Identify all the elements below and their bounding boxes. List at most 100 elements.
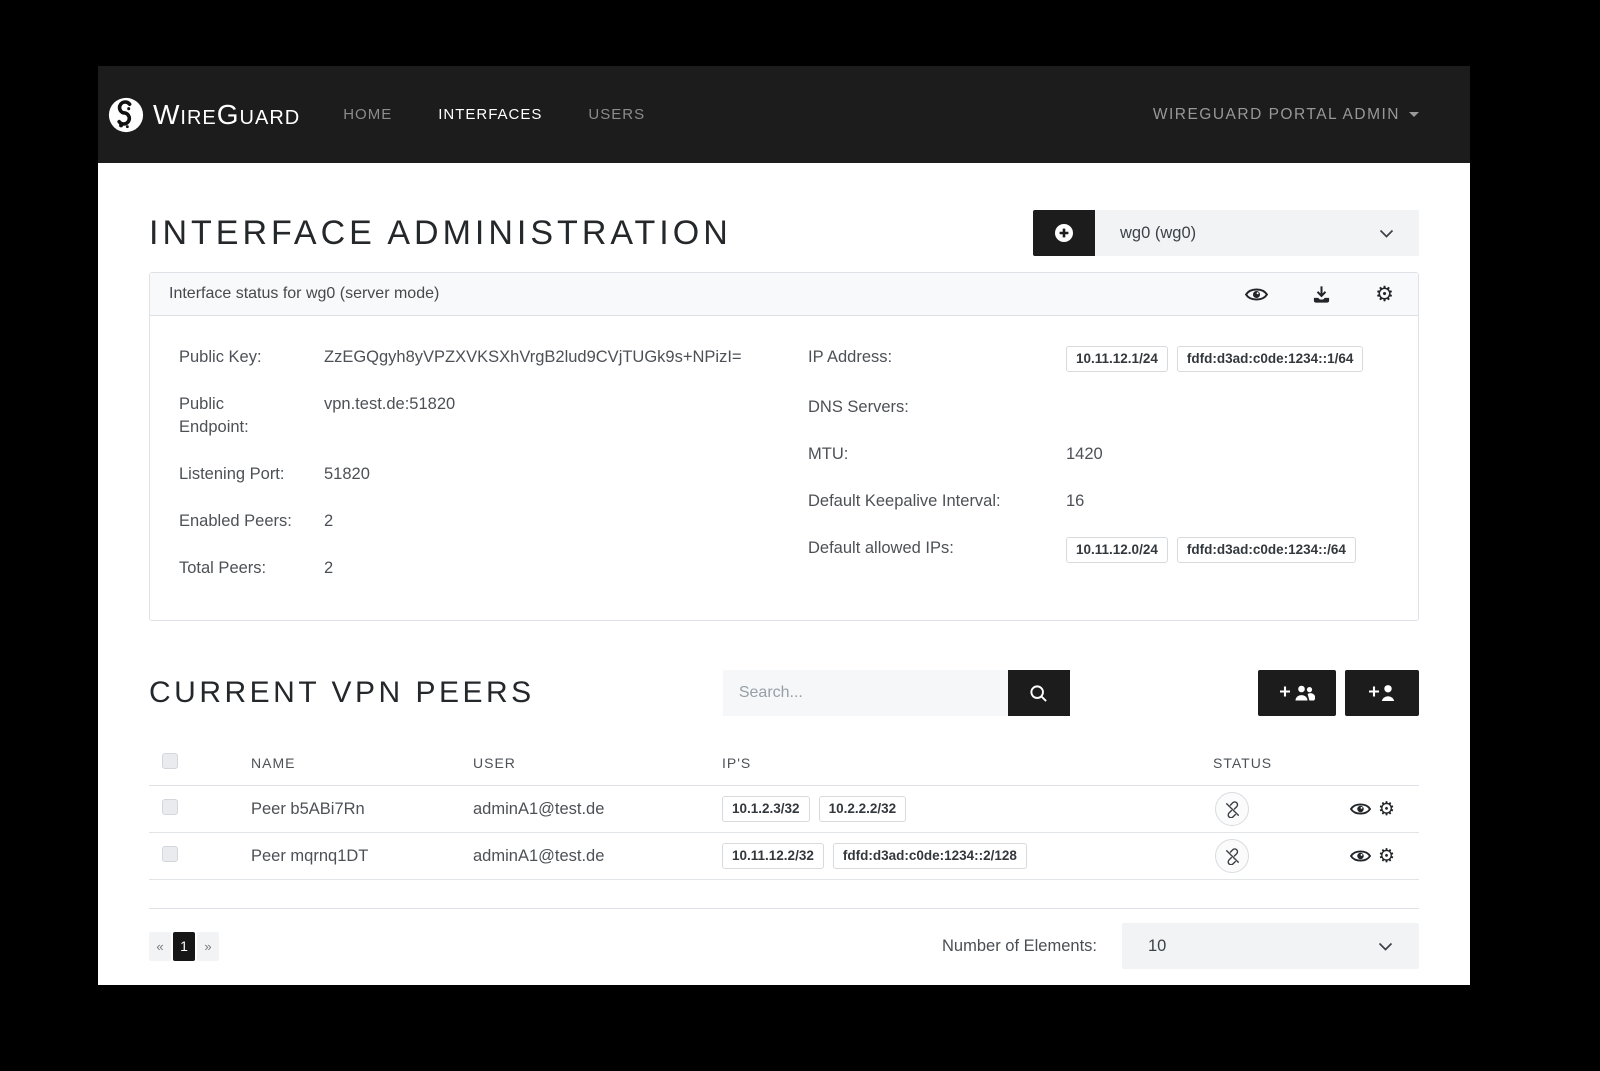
status-right-column: IP Address: 10.11.12.1/24 fdfd:d3ad:c0de…: [784, 346, 1418, 580]
nav-item-interfaces[interactable]: INTERFACES: [415, 106, 565, 123]
field-default-allowed-ips: Default allowed IPs: 10.11.12.0/24 fdfd:…: [808, 537, 1388, 563]
search-icon: [1029, 684, 1048, 703]
search-input[interactable]: [723, 670, 1008, 716]
elements-per-page-group: Number of Elements: 10: [942, 923, 1419, 969]
peers-section-head: CURRENT VPN PEERS: [149, 670, 1419, 716]
pagination-next-button[interactable]: »: [197, 932, 219, 961]
ip-badge: fdfd:d3ad:c0de:1234::1/64: [1177, 346, 1364, 372]
column-header-status: STATUS: [1213, 755, 1333, 771]
peer-status-badge: [1215, 839, 1249, 873]
ip-badges: 10.11.12.0/24 fdfd:d3ad:c0de:1234::/64: [1066, 537, 1388, 563]
peer-view-button[interactable]: [1350, 848, 1371, 864]
page-head: INTERFACE ADMINISTRATION wg0 (wg0): [149, 210, 1419, 256]
chevron-down-icon: [1378, 942, 1393, 951]
elements-label: Number of Elements:: [942, 937, 1097, 956]
peer-user: adminA1@test.de: [473, 847, 722, 866]
peer-add-buttons: [1258, 670, 1419, 716]
table-bottom-divider: [149, 908, 1419, 909]
download-config-button[interactable]: [1312, 285, 1331, 304]
ip-badges: 10.11.12.1/24 fdfd:d3ad:c0de:1234::1/64: [1066, 346, 1388, 372]
field-value: 16: [1066, 490, 1388, 513]
elements-select[interactable]: 10: [1122, 923, 1419, 969]
field-label: Enabled Peers:: [179, 510, 324, 533]
field-label: DNS Servers:: [808, 396, 1066, 419]
brand[interactable]: WireGuard: [108, 97, 300, 133]
row-checkbox[interactable]: [162, 846, 178, 862]
add-users-icon: [1279, 683, 1315, 703]
gear-icon: ⚙: [1375, 284, 1394, 305]
gear-icon: ⚙: [1378, 847, 1395, 866]
peer-view-button[interactable]: [1350, 801, 1371, 817]
interface-select[interactable]: wg0 (wg0): [1095, 210, 1419, 256]
field-public-key: Public Key: ZzEGQgyh8yVPZXVKSXhVrgB2lud9…: [179, 346, 754, 369]
field-dns-servers: DNS Servers:: [808, 396, 1388, 419]
wireguard-logo-icon: [108, 97, 144, 133]
field-label: IP Address:: [808, 346, 1066, 369]
link-slash-icon: [1224, 801, 1241, 818]
nav-links: HOME INTERFACES USERS: [320, 106, 668, 123]
field-enabled-peers: Enabled Peers: 2: [179, 510, 754, 533]
pagination: « 1 »: [149, 932, 219, 961]
select-all-checkbox[interactable]: [162, 753, 178, 769]
field-label: MTU:: [808, 443, 1066, 466]
peers-section-title: CURRENT VPN PEERS: [149, 676, 535, 710]
field-label: Total Peers:: [179, 557, 324, 580]
brand-name: WireGuard: [153, 99, 300, 131]
field-value: ZzEGQgyh8yVPZXVKSXhVrgB2lud9CVjTUGk9s+NP…: [324, 346, 754, 369]
ip-badge: fdfd:d3ad:c0de:1234::/64: [1177, 537, 1356, 563]
add-peer-button[interactable]: [1345, 670, 1419, 716]
pagination-prev-button[interactable]: «: [149, 932, 171, 961]
eye-icon: [1350, 848, 1371, 864]
ip-badge: 10.2.2.2/32: [819, 796, 907, 822]
card-header-title: Interface status for wg0 (server mode): [169, 285, 439, 303]
peer-name: Peer b5ABi7Rn: [251, 800, 473, 819]
status-left-column: Public Key: ZzEGQgyh8yVPZXVKSXhVrgB2lud9…: [150, 346, 784, 580]
field-ip-address: IP Address: 10.11.12.1/24 fdfd:d3ad:c0de…: [808, 346, 1388, 372]
peer-settings-button[interactable]: ⚙: [1378, 800, 1395, 819]
peer-status-badge: [1215, 792, 1249, 826]
field-value: 51820: [324, 463, 754, 486]
field-label: Default allowed IPs:: [808, 537, 1066, 560]
peer-settings-button[interactable]: ⚙: [1378, 847, 1395, 866]
ip-badge: 10.11.12.2/32: [722, 843, 824, 869]
elements-select-value: 10: [1148, 937, 1166, 956]
app-window: WireGuard HOME INTERFACES USERS WIREGUAR…: [98, 66, 1470, 985]
table-row: Peer b5ABi7Rn adminA1@test.de 10.1.2.3/3…: [149, 786, 1419, 833]
ip-badge: 10.11.12.1/24: [1066, 346, 1168, 372]
field-value: vpn.test.de:51820: [324, 393, 754, 416]
main-content: INTERFACE ADMINISTRATION wg0 (wg0): [98, 210, 1470, 979]
ip-badge: fdfd:d3ad:c0de:1234::2/128: [833, 843, 1027, 869]
view-config-button[interactable]: [1245, 286, 1268, 303]
field-listening-port: Listening Port: 51820: [179, 463, 754, 486]
interface-status-card: Interface status for wg0 (server mode): [149, 272, 1419, 621]
search-button[interactable]: [1008, 670, 1070, 716]
chevron-down-icon: [1379, 229, 1394, 238]
page-title: INTERFACE ADMINISTRATION: [149, 214, 732, 253]
add-multiple-peers-button[interactable]: [1258, 670, 1336, 716]
download-icon: [1312, 285, 1331, 304]
interface-settings-button[interactable]: ⚙: [1375, 284, 1394, 305]
add-interface-button[interactable]: [1033, 210, 1095, 256]
field-value: 2: [324, 510, 754, 533]
column-header-user: USER: [473, 755, 722, 771]
interface-picker: wg0 (wg0): [1033, 210, 1419, 256]
field-value: 1420: [1066, 443, 1388, 466]
row-checkbox[interactable]: [162, 799, 178, 815]
navbar: WireGuard HOME INTERFACES USERS WIREGUAR…: [98, 66, 1470, 163]
link-slash-icon: [1224, 848, 1241, 865]
ip-badge: 10.1.2.3/32: [722, 796, 810, 822]
pagination-page-1-button[interactable]: 1: [173, 932, 195, 961]
field-public-endpoint: Public Endpoint: vpn.test.de:51820: [179, 393, 754, 439]
field-mtu: MTU: 1420: [808, 443, 1388, 466]
nav-item-users[interactable]: USERS: [565, 106, 668, 123]
nav-item-home[interactable]: HOME: [320, 106, 415, 123]
field-label: Listening Port:: [179, 463, 324, 486]
card-body: Public Key: ZzEGQgyh8yVPZXVKSXhVrgB2lud9…: [150, 316, 1418, 620]
field-keepalive: Default Keepalive Interval: 16: [808, 490, 1388, 513]
gear-icon: ⚙: [1378, 800, 1395, 819]
field-label: Public Key:: [179, 346, 324, 369]
interface-select-value: wg0 (wg0): [1120, 224, 1196, 243]
user-menu-dropdown[interactable]: WIREGUARD PORTAL ADMIN: [1153, 106, 1419, 124]
peer-name: Peer mqrnq1DT: [251, 847, 473, 866]
plus-circle-icon: [1054, 223, 1074, 243]
